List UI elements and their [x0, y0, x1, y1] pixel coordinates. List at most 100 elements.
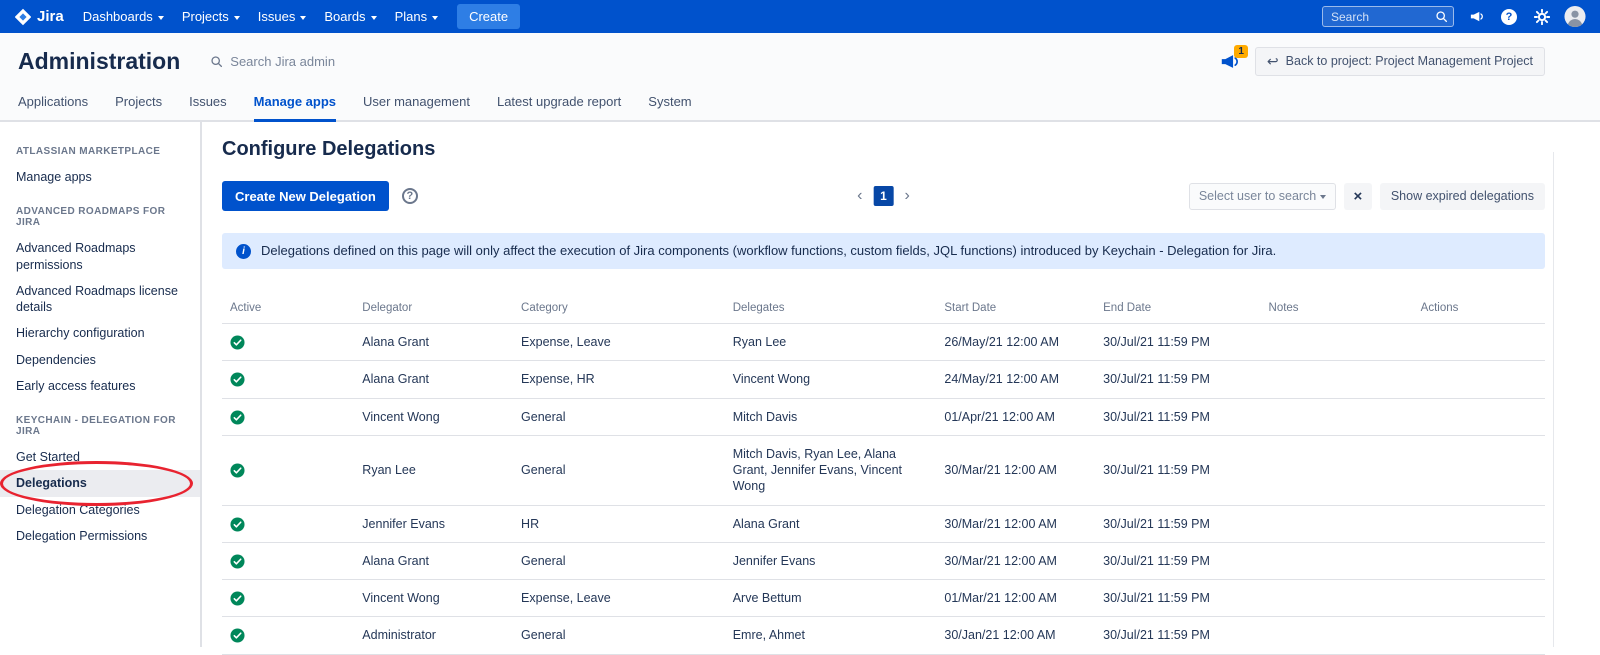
user-select[interactable]: Select user to search — [1189, 183, 1336, 210]
announcement-icon[interactable] — [1465, 6, 1487, 28]
announcement-icon[interactable]: 1 — [1220, 52, 1239, 71]
filters: Select user to search × Show expired del… — [1189, 183, 1545, 210]
column-header-category: Category — [513, 293, 725, 324]
cell-delegates: Emre, Ahmet — [725, 617, 937, 654]
delegation-row: Alana GrantExpense, HRVincent Wong24/May… — [222, 361, 1545, 398]
admin-header: Administration 1 ↩ Back to project: Proj… — [0, 33, 1600, 89]
cell-notes — [1261, 324, 1413, 361]
nav-menu-label: Issues — [258, 9, 296, 24]
cell-category: General — [513, 617, 725, 654]
cell-delegator: Alana Grant — [354, 542, 513, 579]
help-icon[interactable]: ? — [402, 188, 418, 204]
gear-icon[interactable] — [1531, 6, 1553, 28]
nav-menu-label: Plans — [395, 9, 428, 24]
tab-user-management[interactable]: User management — [363, 94, 470, 122]
jira-logo[interactable]: Jira — [14, 8, 74, 26]
sidebar-item-get-started[interactable]: Get Started — [0, 444, 200, 470]
sidebar-item-delegations[interactable]: Delegations — [0, 470, 200, 496]
content-scrollbar[interactable] — [1553, 152, 1554, 647]
tab-latest-upgrade-report[interactable]: Latest upgrade report — [497, 94, 621, 122]
cell-start-date: 30/Jan/21 12:00 AM — [936, 617, 1095, 654]
delegation-row: Jennifer EvansHRAlana Grant30/Mar/21 12:… — [222, 505, 1545, 542]
show-expired-button[interactable]: Show expired delegations — [1380, 183, 1545, 210]
page: Jira Dashboards Projects Issues Boards Plans… — [0, 0, 1600, 647]
sidebar-item-delegation-categories[interactable]: Delegation Categories — [0, 497, 200, 523]
admin-search-input[interactable] — [230, 54, 470, 69]
sidebar-item-advanced-roadmaps-license-details[interactable]: Advanced Roadmaps license details — [0, 278, 200, 321]
cell-active — [222, 617, 354, 654]
cell-category: General — [513, 398, 725, 435]
nav-menu-projects[interactable]: Projects — [173, 0, 249, 33]
active-check-icon — [230, 410, 245, 425]
pagination-prev[interactable]: ‹ — [857, 188, 862, 204]
delegation-row: Alana GrantExpense, LeaveRyan Lee26/May/… — [222, 324, 1545, 361]
nav-menu-label: Dashboards — [83, 9, 153, 24]
cell-start-date: 30/Mar/21 12:00 AM — [936, 435, 1095, 505]
cell-notes — [1261, 580, 1413, 617]
sidebar-item-hierarchy-configuration[interactable]: Hierarchy configuration — [0, 320, 200, 346]
sidebar-item-early-access-features[interactable]: Early access features — [0, 373, 200, 399]
nav-menu-boards[interactable]: Boards — [315, 0, 385, 33]
cell-delegates: Ryan Lee — [725, 324, 937, 361]
tab-issues[interactable]: Issues — [189, 94, 227, 122]
tab-applications[interactable]: Applications — [18, 94, 88, 122]
sidebar-item-dependencies[interactable]: Dependencies — [0, 347, 200, 373]
jira-logo-icon — [14, 8, 32, 26]
toolbar: Create New Delegation ? ‹ 1 › Select use… — [222, 181, 1545, 211]
delegation-row: AdministratorGeneralEmre, Ahmet30/Jan/21… — [222, 617, 1545, 654]
sidebar-item-manage-apps[interactable]: Manage apps — [0, 164, 200, 190]
cell-actions — [1413, 617, 1545, 654]
cell-delegator: Vincent Wong — [354, 580, 513, 617]
nav-menu-issues[interactable]: Issues — [249, 0, 316, 33]
column-header-start-date: Start Date — [936, 293, 1095, 324]
cell-end-date: 30/Jul/21 11:59 PM — [1095, 505, 1260, 542]
sidebar-item-advanced-roadmaps-permissions[interactable]: Advanced Roadmaps permissions — [0, 235, 200, 278]
nav-menu-dashboards[interactable]: Dashboards — [74, 0, 173, 33]
pagination-current-page[interactable]: 1 — [874, 186, 894, 206]
sidebar-section-title: ATLASSIAN MARKETPLACE — [0, 130, 200, 164]
cell-end-date: 30/Jul/21 11:59 PM — [1095, 580, 1260, 617]
cell-end-date: 30/Jul/21 11:59 PM — [1095, 398, 1260, 435]
clear-filter-button[interactable]: × — [1344, 183, 1372, 210]
cell-active — [222, 580, 354, 617]
user-avatar[interactable] — [1564, 6, 1586, 28]
top-navbar: Jira Dashboards Projects Issues Boards Plans… — [0, 0, 1600, 33]
chevron-down-icon — [1320, 195, 1326, 199]
cell-actions — [1413, 542, 1545, 579]
create-button[interactable]: Create — [457, 4, 520, 29]
cell-start-date: 30/Mar/21 12:00 AM — [936, 542, 1095, 579]
cell-delegator: Ryan Lee — [354, 435, 513, 505]
cell-actions — [1413, 398, 1545, 435]
pagination-next[interactable]: › — [905, 188, 910, 204]
cell-end-date: 30/Jul/21 11:59 PM — [1095, 617, 1260, 654]
help-icon[interactable]: ? — [1498, 6, 1520, 28]
return-arrow-icon: ↩ — [1267, 54, 1279, 68]
cell-end-date: 30/Jul/21 11:59 PM — [1095, 361, 1260, 398]
cell-delegates: Jennifer Evans — [725, 542, 937, 579]
admin-tabs: Applications Projects Issues Manage apps Use… — [0, 89, 1600, 122]
create-new-delegation-button[interactable]: Create New Delegation — [222, 181, 389, 211]
tab-manage-apps[interactable]: Manage apps — [254, 94, 336, 122]
cell-notes — [1261, 361, 1413, 398]
cell-delegator: Jennifer Evans — [354, 505, 513, 542]
search-icon — [210, 55, 223, 68]
chevron-down-icon — [371, 16, 377, 20]
back-to-project-button[interactable]: ↩ Back to project: Project Management Pr… — [1255, 47, 1545, 76]
active-check-icon — [230, 554, 245, 569]
tab-system[interactable]: System — [648, 94, 691, 122]
column-header-notes: Notes — [1261, 293, 1413, 324]
active-check-icon — [230, 517, 245, 532]
nav-menu-label: Projects — [182, 9, 229, 24]
admin-top: Administration 1 ↩ Back to project: Proj… — [0, 33, 1600, 122]
cell-notes — [1261, 398, 1413, 435]
cell-delegator: Alana Grant — [354, 324, 513, 361]
cell-end-date: 30/Jul/21 11:59 PM — [1095, 435, 1260, 505]
question-mark-icon: ? — [1501, 9, 1517, 25]
cell-actions — [1413, 580, 1545, 617]
tab-projects[interactable]: Projects — [115, 94, 162, 122]
cell-delegates: Mitch Davis — [725, 398, 937, 435]
nav-menu-plans[interactable]: Plans — [386, 0, 448, 33]
sidebar-item-delegation-permissions[interactable]: Delegation Permissions — [0, 523, 200, 549]
cell-category: General — [513, 435, 725, 505]
nav-menu-label: Boards — [324, 9, 365, 24]
